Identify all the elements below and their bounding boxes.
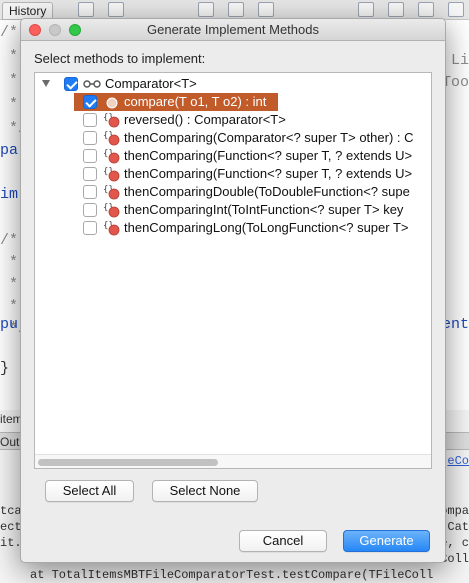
methods-tree[interactable]: Comparator<T> compare(T o1, T o2) : int {…	[34, 72, 432, 469]
code-line: *	[0, 298, 19, 315]
generate-implement-methods-dialog: Generate Implement Methods Select method…	[20, 18, 446, 563]
method-label: thenComparing(Function<? super T, ? exte…	[124, 166, 413, 181]
code-line: *	[0, 254, 19, 271]
expand-triangle-icon[interactable]	[42, 80, 50, 87]
method-row[interactable]: {} thenComparing(Function<? super T, ? ex…	[35, 165, 431, 183]
code-fragment: ent	[441, 316, 469, 333]
generate-button[interactable]: Generate	[343, 530, 430, 552]
method-checkbox[interactable]	[83, 113, 97, 127]
output-line: at TotalItemsMBTFileComparatorTest.testC…	[30, 568, 434, 582]
find-previous-icon[interactable]	[228, 2, 244, 17]
code-line: *	[0, 72, 19, 89]
cancel-button[interactable]: Cancel	[239, 530, 327, 552]
code-line: *	[0, 48, 19, 65]
method-label: thenComparingInt(ToIntFunction<? super T…	[124, 202, 404, 217]
code-line: im	[0, 186, 19, 203]
method-checkbox[interactable]	[83, 221, 97, 235]
move-down-icon[interactable]	[388, 2, 404, 17]
method-checkbox[interactable]	[83, 95, 97, 109]
dialog-title: Generate Implement Methods	[147, 22, 319, 37]
code-fragment: Li	[450, 52, 469, 69]
code-line: pu	[0, 316, 19, 333]
method-checkbox[interactable]	[83, 185, 97, 199]
default-method-icon: {}	[103, 203, 120, 218]
method-checkbox[interactable]	[83, 149, 97, 163]
toggle-icon[interactable]	[418, 2, 434, 17]
code-line: /*	[0, 232, 19, 249]
select-none-button[interactable]: Select None	[152, 480, 258, 502]
back-icon[interactable]	[78, 2, 94, 17]
method-label: thenComparing(Comparator<? super T> othe…	[124, 130, 414, 145]
root-checkbox[interactable]	[64, 77, 78, 91]
dialog-prompt: Select methods to implement:	[34, 51, 206, 66]
method-label: reversed() : Comparator<T>	[124, 112, 286, 127]
method-row[interactable]: {} thenComparingInt(ToIntFunction<? super…	[35, 201, 431, 219]
default-method-icon: {}	[103, 167, 120, 182]
code-line: }	[0, 360, 10, 377]
tree-root-row[interactable]: Comparator<T>	[35, 75, 431, 93]
dialog-titlebar: Generate Implement Methods	[21, 19, 445, 41]
code-line: *	[0, 96, 19, 113]
method-row[interactable]: {} thenComparingDouble(ToDoubleFunction<?…	[35, 183, 431, 201]
default-method-icon: {}	[103, 221, 120, 236]
search-icon[interactable]	[198, 2, 214, 17]
ide-toolbar: History	[0, 0, 469, 20]
method-checkbox[interactable]	[83, 131, 97, 145]
record-icon[interactable]	[448, 2, 464, 17]
method-checkbox[interactable]	[83, 203, 97, 217]
nav-dropdown-icon[interactable]	[108, 2, 124, 17]
move-up-icon[interactable]	[358, 2, 374, 17]
method-label: thenComparingDouble(ToDoubleFunction<? s…	[124, 184, 410, 199]
code-fragment: Too	[441, 74, 469, 91]
root-label: Comparator<T>	[105, 76, 197, 91]
method-label: thenComparingLong(ToLongFunction<? super…	[124, 220, 409, 235]
scrollbar-thumb[interactable]	[38, 459, 218, 466]
select-all-button[interactable]: Select All	[45, 480, 134, 502]
output-link[interactable]: eCo	[447, 454, 469, 468]
code-line: *	[0, 276, 19, 293]
interface-icon	[83, 80, 101, 88]
method-row[interactable]: {} thenComparing(Comparator<? super T> ot…	[35, 129, 431, 147]
default-method-icon: {}	[103, 131, 120, 146]
default-method-icon: {}	[103, 185, 120, 200]
code-line: pa	[0, 142, 19, 159]
method-checkbox[interactable]	[83, 167, 97, 181]
abstract-method-icon	[106, 97, 118, 109]
method-row[interactable]: compare(T o1, T o2) : int	[35, 93, 431, 111]
method-label: compare(T o1, T o2) : int	[124, 94, 267, 109]
method-label: thenComparing(Function<? super T, ? exte…	[124, 148, 413, 163]
method-row[interactable]: {} thenComparingLong(ToLongFunction<? sup…	[35, 219, 431, 237]
find-next-icon[interactable]	[258, 2, 274, 17]
method-row[interactable]: {} reversed() : Comparator<T>	[35, 111, 431, 129]
code-line: /*	[0, 24, 19, 41]
method-row[interactable]: {} thenComparing(Function<? super T, ? ex…	[35, 147, 431, 165]
default-method-icon: {}	[103, 113, 120, 128]
default-method-icon: {}	[103, 149, 120, 164]
horizontal-scrollbar[interactable]	[35, 454, 431, 468]
output-tab[interactable]: Out	[0, 435, 19, 449]
